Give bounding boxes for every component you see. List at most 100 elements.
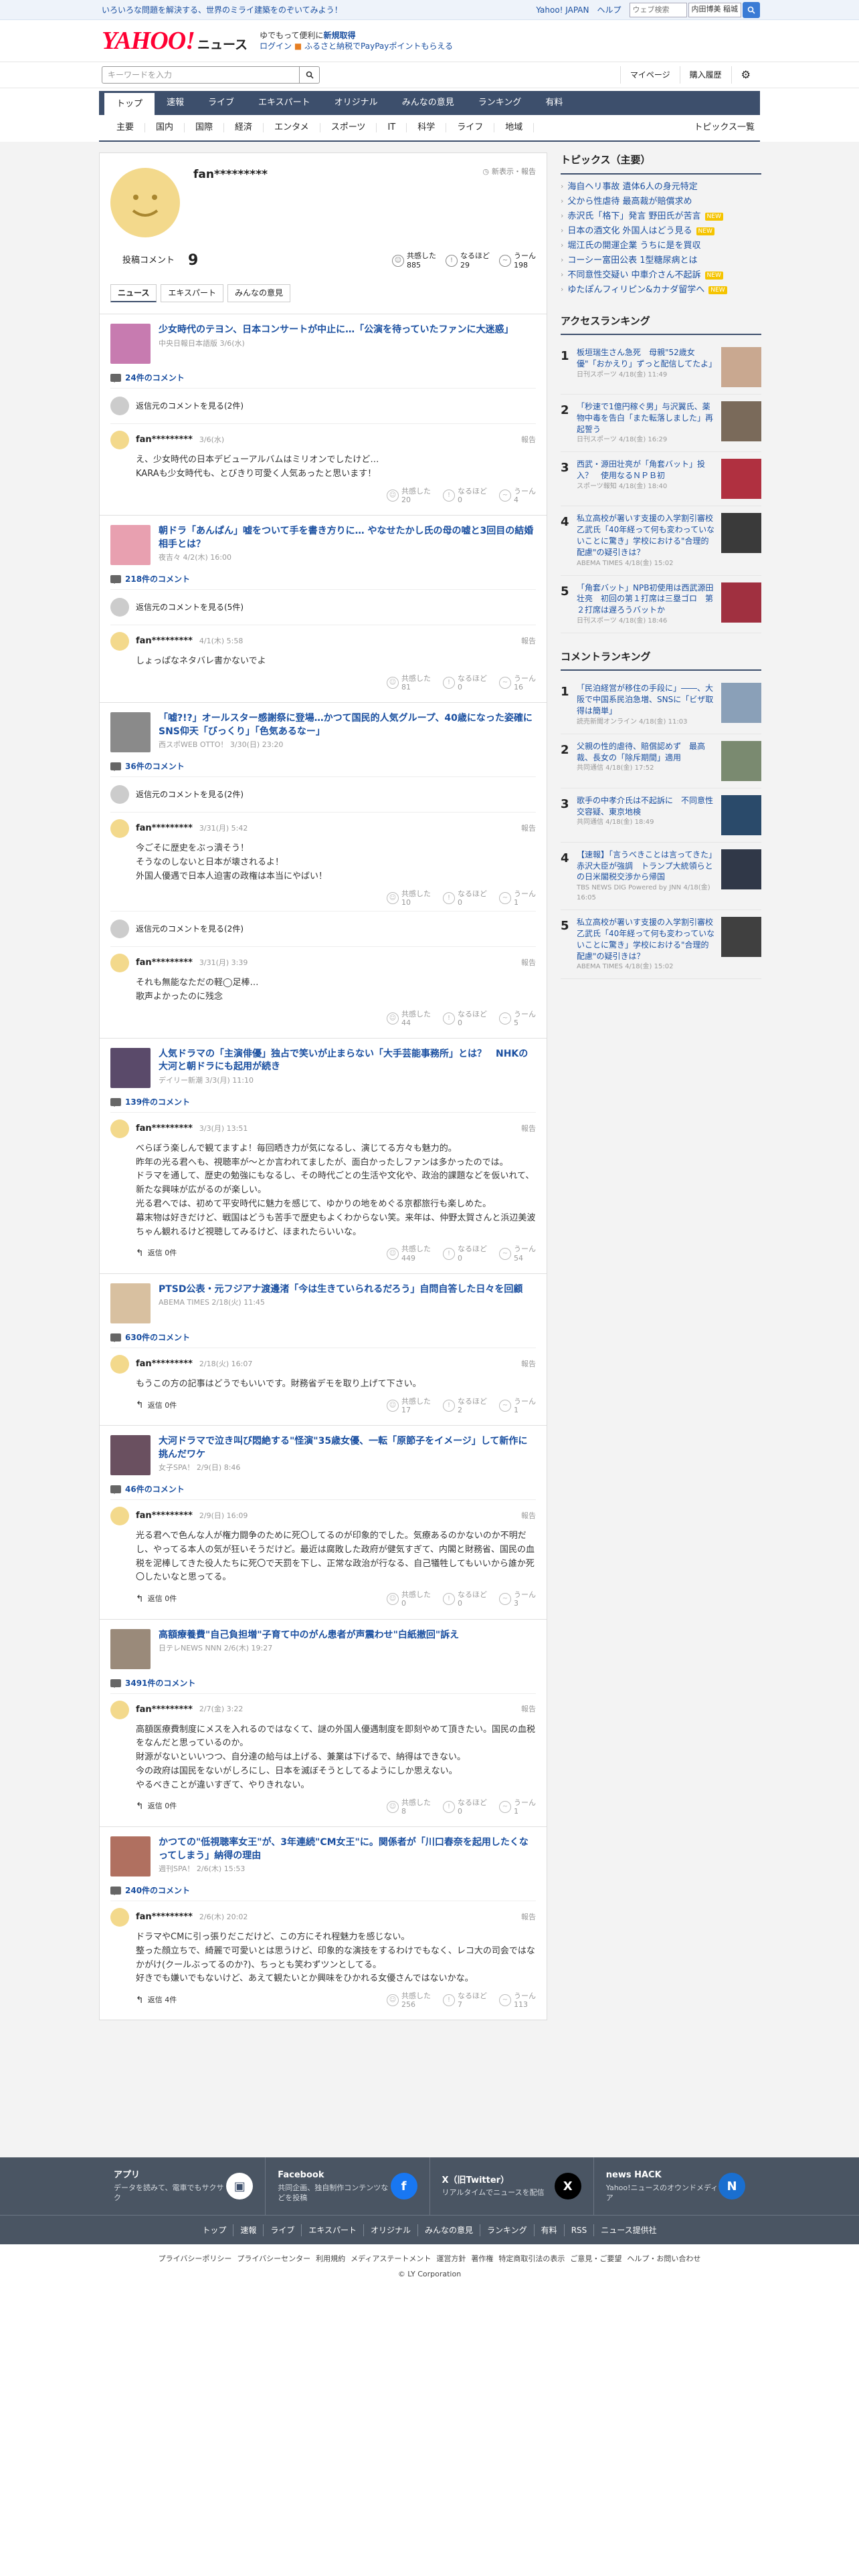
empathy-button[interactable]: ☺ 共感した 81 [387,674,431,691]
article-thumbnail[interactable] [110,524,151,565]
subnav-item[interactable]: 主要 [106,123,146,132]
article-title[interactable]: 朝ドラ「あんぱん」嘘をついて手を書き方りに… やなせたかし氏の母の嘘と3回目の結… [159,525,536,551]
topic-item[interactable]: › 海自ヘリ事故 遺体6人の身元特定 [561,180,761,195]
history-link[interactable]: 購入履歴 [679,66,731,84]
empathy-button[interactable]: ☺ 共感した 0 [387,1590,431,1608]
empathy-button[interactable]: ☺ 共感した 17 [387,1397,431,1414]
tab-news[interactable]: ニュース [110,284,157,302]
mypage-link[interactable]: マイページ [619,66,680,84]
empathy-button[interactable]: ☺ 共感した 20 [387,487,431,504]
gnav-item[interactable]: 速報 [155,91,196,115]
footer-link[interactable]: オリジナル [364,2224,419,2236]
login-link[interactable]: ログイン [260,41,292,51]
reply-button[interactable]: ↰ 返信 0件 [136,1398,177,1412]
footer-card[interactable]: Facebook 共同企画、独自制作コンテンツなどを投稿 f [266,2157,430,2215]
parent-comment-link[interactable]: 返信元のコメントを見る(2件) [110,776,536,812]
footer-link[interactable]: 速報 [233,2224,264,2236]
report-link[interactable]: 報告 [521,1912,536,1923]
report-link[interactable]: 報告 [521,1359,536,1370]
tagline-link[interactable]: いろいろな問題を解決する、世界のミライ建築をのぞいてみよう！ [102,4,343,16]
footer-link[interactable]: ニュース提供社 [594,2224,663,2236]
article-title[interactable]: PTSD公表・元フジアナ渡邊渚「今は生きていられるだろう」自問自答した日々を回顧 [159,1283,522,1297]
uun-button[interactable]: ~ うーん 16 [499,674,536,691]
parent-comment-link[interactable]: 返信元のコメントを見る(2件) [110,910,536,946]
subnav-item[interactable]: IT [377,123,407,132]
article-title[interactable]: 少女時代のテヨン、日本コンサートが中止に…「公演を待っていたファンに大迷惑」 [159,324,513,337]
report-link[interactable]: 報告 [521,823,536,835]
article-thumbnail[interactable] [110,1435,151,1475]
gnav-item[interactable]: オリジナル [322,91,390,115]
naruhodo-button[interactable]: ! なるほど 0 [443,889,487,907]
naruhodo-button[interactable]: ! なるほど 2 [443,1397,487,1414]
naruhodo-button[interactable]: ! なるほど 0 [443,1590,487,1608]
comment-count-link[interactable]: 3491件のコメント [110,1677,536,1689]
report-link[interactable]: 報告 [521,958,536,969]
report-link[interactable]: 報告 [521,435,536,446]
comment-user[interactable]: fan********* [136,1911,193,1924]
tab-expert[interactable]: エキスパート [161,284,224,302]
footer-link[interactable]: みんなの意見 [418,2224,481,2236]
comment-user[interactable]: fan********* [136,956,193,970]
gnav-item[interactable]: みんなの意見 [390,91,466,115]
legal-link[interactable]: プライバシーポリシー [156,2254,235,2265]
empathy-button[interactable]: ☺ 共感した 44 [387,1010,431,1027]
comment-user[interactable]: fan********* [136,1358,193,1371]
topic-item[interactable]: › 不同意性交疑い 中車介さん不起訴 NEW [561,268,761,283]
gnav-item[interactable]: ライブ [196,91,246,115]
parent-comment-link[interactable]: 返信元のコメントを見る(5件) [110,588,536,625]
article-title[interactable]: 人気ドラマの「主演俳優」独占で笑いが止まらない「大手芸能事務所」とは？ NHKの… [159,1048,536,1074]
ranking-item[interactable]: 5 私立高校が署いす支援の入学割引審校 乙武氏「40年経って何も変わっていないこと… [561,910,761,980]
legal-link[interactable]: 利用規約 [313,2254,348,2265]
ranking-item[interactable]: 4 【速報】「言うべきことは言ってきた」赤沢大臣が強調 トランプ大統領らとの日米閣… [561,843,761,911]
uun-button[interactable]: ~ うーん 1 [499,1798,536,1816]
location-select[interactable]: 内田博美 稲城 [688,2,741,17]
subnav-item[interactable]: 国内 [145,123,185,132]
footer-link[interactable]: トップ [195,2224,234,2236]
footer-link[interactable]: ランキング [480,2224,535,2236]
naruhodo-button[interactable]: ! なるほど 7 [443,1992,487,2009]
article-thumbnail[interactable] [110,1628,151,1669]
comment-user[interactable]: fan********* [136,822,193,835]
help-link[interactable]: ヘルプ [597,4,621,16]
ranking-item[interactable]: 1 「民泊経営が移住の手段に」――、大阪で中国系民泊急増、SNSに「ビザ取得は簡単… [561,676,761,734]
article-title[interactable]: 「嘘?!?」オールスター感謝祭に登場…かつて国民的人気グループ、40歳になった姿… [159,712,536,738]
topic-item[interactable]: › 赤沢氏「格下」発言 野田氏が苦言 NEW [561,209,761,224]
signup-link[interactable]: 新規取得 [323,31,355,40]
news-search-input[interactable]: キーワードを入力 [102,66,300,84]
topics-list-link[interactable]: トピックス一覧 [694,121,760,134]
report-link[interactable]: 報告 [521,1123,536,1135]
empathy-button[interactable]: ☺ 共感した 8 [387,1798,431,1816]
comment-user[interactable]: fan********* [136,1703,193,1717]
reply-button[interactable]: ↰ 返信 4件 [136,1994,177,2008]
report-link[interactable]: 報告 [521,1704,536,1715]
furusato-link[interactable]: ふるさと納税でPayPayポイントもらえる [304,41,453,51]
naruhodo-button[interactable]: ! なるほど 0 [443,1010,487,1027]
comment-user[interactable]: fan********* [136,433,193,447]
display-report-link[interactable]: ◷ 新表示・報告 [482,167,536,178]
legal-link[interactable]: メディアステートメント [348,2254,434,2265]
subnav-item[interactable]: 国際 [185,123,225,132]
subnav-item[interactable]: エンタメ [264,123,320,132]
ranking-item[interactable]: 3 歌手の中孝介氏は不起訴に 不同意性交容疑、東京地検 共同通信 4/18(金) 1… [561,788,761,843]
topic-item[interactable]: › 日本の酒文化 外国人はどう見る NEW [561,224,761,239]
legal-link[interactable]: プライバシーセンター [234,2254,313,2265]
gnav-item[interactable]: 有料 [533,91,575,115]
reply-button[interactable]: ↰ 返信 0件 [136,1800,177,1814]
subnav-item[interactable]: スポーツ [320,123,377,132]
parent-comment-link[interactable]: 返信元のコメントを見る(2件) [110,388,536,423]
reply-button[interactable]: ↰ 返信 0件 [136,1247,177,1261]
comment-user[interactable]: fan********* [136,1509,193,1523]
web-search-input[interactable] [629,2,687,17]
naruhodo-button[interactable]: ! なるほど 0 [443,487,487,504]
comment-count-link[interactable]: 218件のコメント [110,573,536,585]
legal-link[interactable]: ご意見・ご要望 [567,2254,624,2265]
comment-user[interactable]: fan********* [136,1122,193,1136]
yahoo-japan-link[interactable]: Yahoo! JAPAN [536,4,589,16]
legal-link[interactable]: 特定商取引法の表示 [496,2254,567,2265]
empathy-button[interactable]: ☺ 共感した 256 [387,1992,431,2009]
article-thumbnail[interactable] [110,1283,151,1323]
article-thumbnail[interactable] [110,712,151,753]
comment-count-link[interactable]: 24件のコメント [110,372,536,384]
empathy-button[interactable]: ☺ 共感した 10 [387,889,431,907]
comment-count-link[interactable]: 240件のコメント [110,1885,536,1897]
